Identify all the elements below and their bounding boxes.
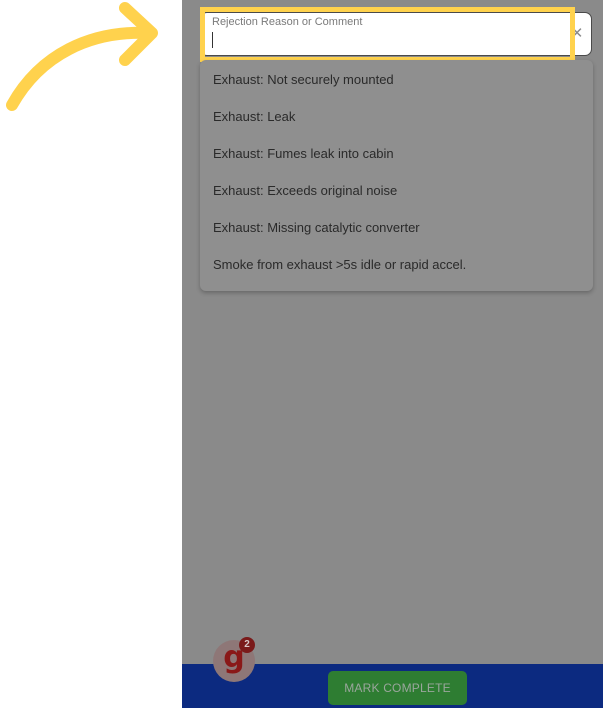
pointer-arrow-icon xyxy=(6,2,158,111)
rejection-reason-input[interactable] xyxy=(211,30,541,50)
notification-count-badge: 2 xyxy=(239,637,255,653)
suggestion-dropdown: Exhaust: Not securely mounted Exhaust: L… xyxy=(200,60,593,291)
option-leak[interactable]: Exhaust: Leak xyxy=(213,109,295,129)
help-widget-button[interactable]: g 2 xyxy=(213,637,255,682)
option-smoke-from-exhaust[interactable]: Smoke from exhaust >5s idle or rapid acc… xyxy=(213,257,466,277)
text-caret xyxy=(212,32,213,48)
option-exceeds-original-noise[interactable]: Exhaust: Exceeds original noise xyxy=(213,183,397,203)
rejection-reason-field[interactable]: Rejection Reason or Comment ✕ xyxy=(200,12,592,56)
option-fumes-leak-into-cabin[interactable]: Exhaust: Fumes leak into cabin xyxy=(213,146,394,166)
tutorial-margin xyxy=(0,0,182,708)
close-icon[interactable]: ✕ xyxy=(569,25,585,43)
mark-complete-button[interactable]: MARK COMPLETE xyxy=(328,671,467,705)
option-not-securely-mounted[interactable]: Exhaust: Not securely mounted xyxy=(213,72,394,92)
app-screen: Rejection Reason or Comment ✕ Exhaust: N… xyxy=(182,0,603,708)
option-missing-catalytic-converter[interactable]: Exhaust: Missing catalytic converter xyxy=(213,220,420,240)
rejection-reason-label: Rejection Reason or Comment xyxy=(212,16,363,28)
